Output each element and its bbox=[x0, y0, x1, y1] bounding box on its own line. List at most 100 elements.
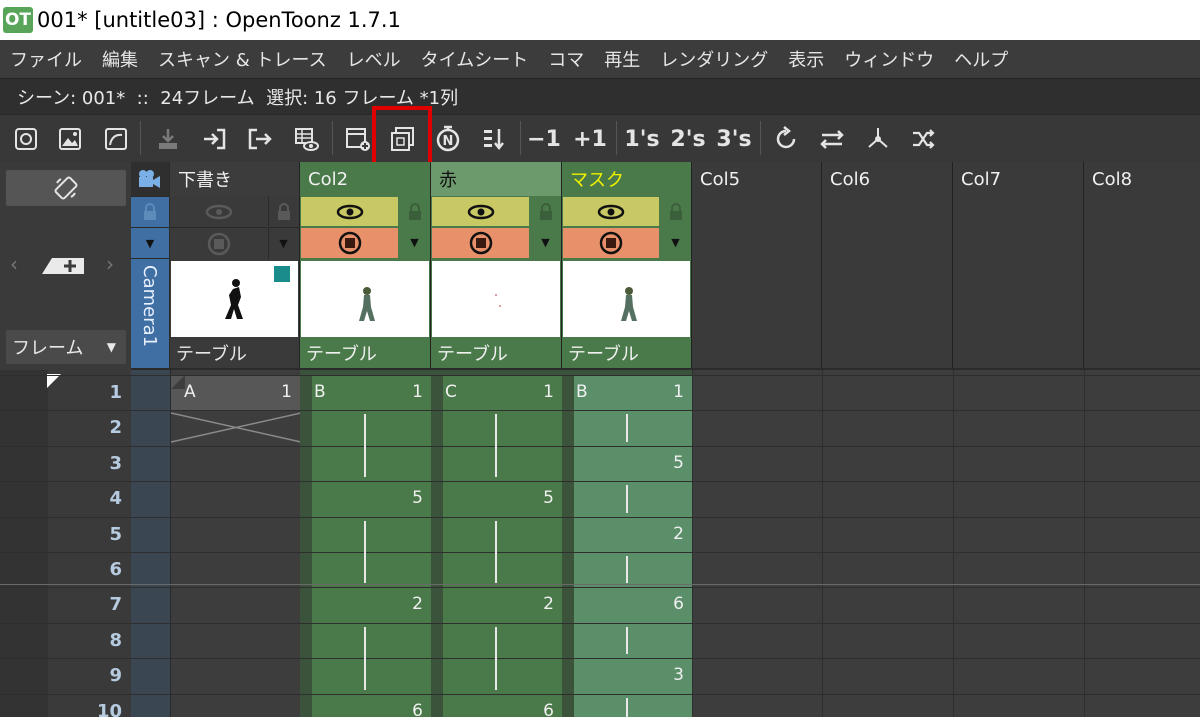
timer-n-icon[interactable]: N bbox=[426, 117, 470, 161]
preview-eye-icon[interactable] bbox=[301, 197, 398, 226]
column-header-6[interactable]: Col6 bbox=[822, 162, 953, 368]
row-number[interactable]: 4 bbox=[48, 481, 130, 516]
row-number[interactable]: 3 bbox=[48, 446, 130, 481]
reframe-3s-button[interactable]: 3's bbox=[712, 117, 756, 161]
end-of-level-mark bbox=[171, 412, 301, 443]
chevron-down-icon[interactable]: ▼ bbox=[399, 227, 430, 258]
new-toonz-raster-level-icon[interactable] bbox=[94, 117, 138, 161]
row-number[interactable]: 6 bbox=[48, 552, 130, 587]
menu-windows[interactable]: ウィンドウ bbox=[844, 46, 934, 72]
cell-frame-number: 5 bbox=[543, 488, 554, 509]
lock-icon[interactable] bbox=[399, 197, 430, 226]
preview-toggle-row bbox=[431, 196, 561, 227]
row-number[interactable]: 9 bbox=[48, 658, 130, 693]
camstand-toggle-icon[interactable] bbox=[432, 228, 529, 258]
next-arrow-icon[interactable]: › bbox=[106, 252, 114, 276]
column-header-3[interactable]: 赤 ▼ テーブル bbox=[431, 162, 562, 368]
preview-eye-icon[interactable] bbox=[563, 197, 659, 226]
toggle-orientation-button[interactable] bbox=[6, 170, 126, 206]
preview-eye-icon[interactable] bbox=[170, 197, 267, 226]
row-number[interactable]: 1 bbox=[48, 375, 130, 410]
row-number[interactable]: 8 bbox=[48, 623, 130, 658]
column-header-2[interactable]: Col2 ▼ テーブル bbox=[300, 162, 431, 368]
row-number[interactable]: 2 bbox=[48, 410, 130, 445]
column-name[interactable]: マスク bbox=[562, 162, 691, 196]
menu-level[interactable]: レベル bbox=[347, 46, 401, 72]
preview-visibility-icon[interactable] bbox=[284, 117, 328, 161]
column-name[interactable]: Col5 bbox=[692, 162, 821, 196]
hold-line bbox=[626, 414, 628, 442]
row-number[interactable]: 5 bbox=[48, 517, 130, 552]
xsheet-cell-area[interactable]: 1 2 3 4 5 6 7 8 9 10 A 1 B 1 5 2 6 C 1 5 2 6 B 1 5 2 6 3 bbox=[0, 370, 1200, 717]
menu-file[interactable]: ファイル bbox=[10, 46, 82, 72]
prev-arrow-icon[interactable]: ‹ bbox=[10, 252, 18, 276]
row-divider bbox=[0, 516, 1200, 518]
column-name[interactable]: Col7 bbox=[953, 162, 1083, 196]
new-vector-level-icon[interactable] bbox=[4, 117, 48, 161]
lock-icon[interactable] bbox=[660, 197, 691, 226]
chevron-down-icon[interactable]: ▼ bbox=[660, 227, 691, 258]
level-thumbnail bbox=[563, 261, 690, 337]
frame-mode-dropdown[interactable]: フレーム ▼ bbox=[6, 330, 126, 364]
drag-handle-icon[interactable] bbox=[171, 375, 185, 389]
cell-column-1[interactable] bbox=[170, 370, 301, 717]
level-thumbnail bbox=[301, 261, 429, 337]
reframe-2s-button[interactable]: 2's bbox=[666, 117, 710, 161]
camera-column-header[interactable]: ▼ Camera1 bbox=[131, 162, 169, 368]
load-level-icon[interactable] bbox=[192, 117, 236, 161]
new-raster-level-icon[interactable] bbox=[48, 117, 92, 161]
increase-step-button[interactable]: +1 bbox=[568, 117, 612, 161]
row-number[interactable]: 7 bbox=[48, 587, 130, 622]
preview-eye-icon[interactable] bbox=[432, 197, 529, 226]
menu-view[interactable]: 表示 bbox=[788, 46, 824, 72]
camstand-toggle-icon[interactable] bbox=[170, 228, 267, 259]
app-logo-icon: OT bbox=[3, 7, 33, 33]
reverse-rotate-icon[interactable] bbox=[764, 117, 808, 161]
menu-cells[interactable]: コマ bbox=[548, 46, 584, 72]
column-header-4[interactable]: マスク ▼ テーブル bbox=[562, 162, 692, 368]
chevron-down-icon[interactable]: ▼ bbox=[530, 227, 561, 258]
lock-icon[interactable] bbox=[530, 197, 561, 226]
row-number[interactable]: 10 bbox=[48, 694, 130, 717]
reframe-1s-button[interactable]: 1's bbox=[620, 117, 664, 161]
sort-down-icon[interactable] bbox=[472, 117, 516, 161]
swing-icon[interactable] bbox=[810, 117, 854, 161]
cell-frame-number: 5 bbox=[673, 452, 684, 473]
camstand-toggle-icon[interactable] bbox=[563, 228, 659, 258]
column-name[interactable]: 赤 bbox=[431, 162, 561, 196]
cell-frame-number: 1 bbox=[412, 382, 423, 402]
camera-lock-icon[interactable] bbox=[131, 196, 169, 227]
menu-scan[interactable]: スキャン & トレース bbox=[158, 46, 327, 72]
menu-render[interactable]: レンダリング bbox=[660, 46, 768, 72]
level-type-text: テーブル bbox=[568, 343, 639, 365]
new-memo-icon[interactable] bbox=[40, 254, 88, 278]
column-name[interactable]: Col6 bbox=[822, 162, 952, 196]
cell-level-name: B bbox=[314, 382, 326, 402]
column-name[interactable]: Col2 bbox=[300, 162, 430, 196]
decrease-step-button[interactable]: −1 bbox=[522, 117, 566, 161]
column-header-1[interactable]: 下書き ▼ テーブル bbox=[170, 162, 300, 368]
column-header-7[interactable]: Col7 bbox=[953, 162, 1084, 368]
column-name[interactable]: 下書き bbox=[170, 162, 299, 196]
cell-frame-number: 1 bbox=[673, 382, 684, 402]
column-header-5[interactable]: Col5 bbox=[692, 162, 822, 368]
camera-dropdown-icon[interactable]: ▼ bbox=[131, 227, 169, 258]
save-level-icon[interactable] bbox=[238, 117, 282, 161]
column-header-8[interactable]: Col8 bbox=[1084, 162, 1200, 368]
lock-icon[interactable] bbox=[268, 197, 298, 226]
menu-play[interactable]: 再生 bbox=[604, 46, 640, 72]
hold-line bbox=[364, 626, 366, 690]
reframe-in-icon[interactable] bbox=[146, 117, 190, 161]
preview-toggle-row bbox=[562, 196, 691, 227]
frame-mode-label: フレーム bbox=[12, 338, 84, 359]
camstand-toggle-icon[interactable] bbox=[301, 228, 398, 258]
column-name[interactable]: Col8 bbox=[1084, 162, 1200, 196]
shuffle-icon[interactable] bbox=[902, 117, 946, 161]
menu-help[interactable]: ヘルプ bbox=[954, 46, 1008, 72]
cell-frame-number: 1 bbox=[281, 382, 292, 402]
chevron-down-icon[interactable]: ▼ bbox=[268, 228, 298, 259]
random-icon[interactable] bbox=[856, 117, 900, 161]
level-type-label: テーブル bbox=[300, 337, 430, 368]
menu-xsheet[interactable]: タイムシート bbox=[421, 46, 529, 72]
menu-edit[interactable]: 編集 bbox=[102, 46, 138, 72]
